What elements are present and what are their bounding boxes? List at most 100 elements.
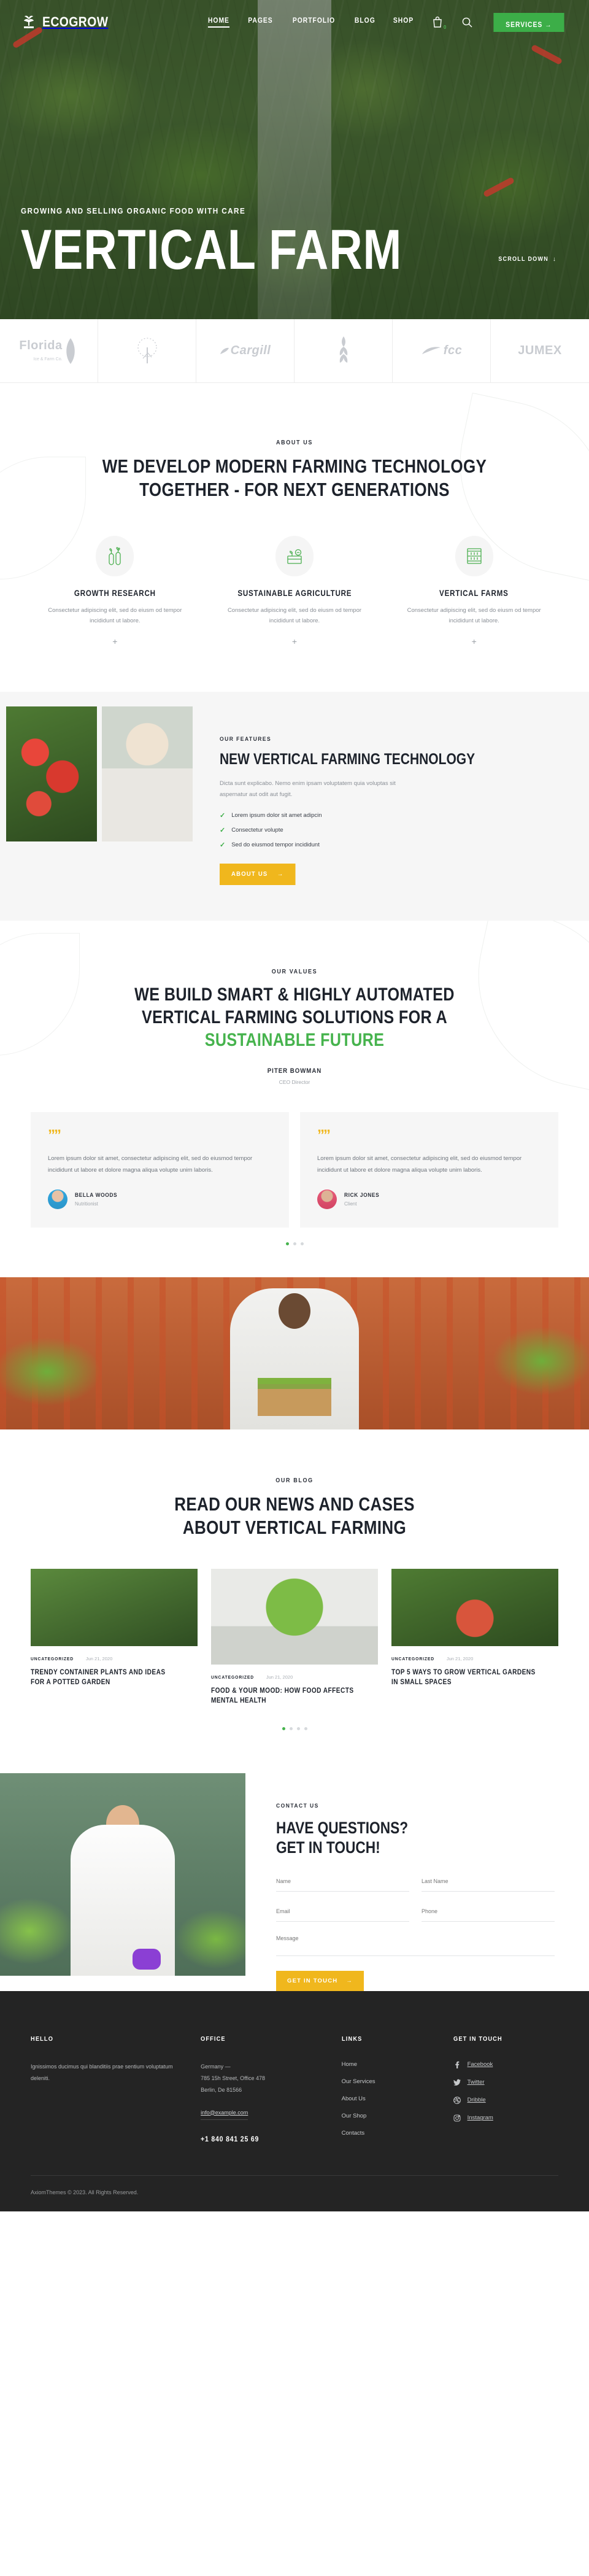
feature-expand-icon[interactable]: +	[31, 636, 199, 646]
features-paragraph: Dicta sunt explicabo. Nemo enim ipsam vo…	[220, 780, 396, 799]
post-category[interactable]: UNCATEGORIZED	[211, 1674, 254, 1680]
name-input[interactable]	[276, 1878, 409, 1884]
feature-title: VERTICAL FARMS	[439, 588, 509, 598]
feature-expand-icon[interactable]: +	[390, 636, 558, 646]
test-tube-sprout-icon	[96, 535, 134, 576]
pagination-dot[interactable]	[300, 1242, 304, 1246]
search-icon[interactable]	[460, 15, 474, 29]
scroll-down-label: SCROLL DOWN	[498, 256, 549, 263]
wheat-logo-icon	[339, 336, 347, 363]
post-title[interactable]: FOOD & YOUR MOOD: HOW FOOD AFFECTS MENTA…	[211, 1686, 358, 1706]
footer-link-our-services[interactable]: Our Services	[342, 2078, 441, 2085]
brand-logos-strip: Florida Ice & Farm Co. Cargill fcc JUMEX	[0, 319, 589, 383]
pagination-dot[interactable]	[296, 1727, 300, 1731]
message-input[interactable]	[276, 1935, 555, 1947]
social-link-instagram[interactable]: Instagram	[453, 2114, 558, 2122]
name-field[interactable]	[276, 1875, 409, 1892]
about-section: ABOUT US WE DEVELOP MODERN FARMING TECHN…	[0, 383, 589, 646]
nav-item-pages[interactable]: PAGES	[248, 17, 272, 28]
phone-field[interactable]	[422, 1905, 555, 1922]
footer-phone[interactable]: +1 840 841 25 69	[201, 2135, 314, 2143]
blog-post-card[interactable]: UNCATEGORIZED Jun 21, 2020 FOOD & YOUR M…	[211, 1568, 378, 1706]
services-button[interactable]: SERVICES →	[493, 12, 564, 32]
nav-item-portfolio[interactable]: PORTFOLIO	[293, 17, 335, 28]
brand-name: Florida	[19, 338, 63, 352]
footer-link-about-us[interactable]: About Us	[342, 2095, 441, 2102]
email-input[interactable]	[276, 1908, 409, 1914]
about-heading-line2: TOGETHER - FOR NEXT GENERATIONS	[139, 478, 450, 500]
pagination-dot[interactable]	[282, 1727, 285, 1731]
brand-logo-jumex[interactable]: JUMEX	[491, 319, 589, 382]
lastname-input[interactable]	[422, 1878, 555, 1884]
seedling-in-hands-photo	[211, 1568, 378, 1665]
cart-count: 0	[443, 25, 447, 30]
post-category[interactable]: UNCATEGORIZED	[31, 1656, 74, 1661]
nav-item-shop[interactable]: SHOP	[393, 17, 414, 28]
about-us-button[interactable]: ABOUT US →	[220, 864, 296, 886]
footer-heading: LINKS	[341, 2035, 363, 2043]
pagination-dot[interactable]	[285, 1242, 289, 1246]
brand-logo-tree[interactable]	[98, 319, 196, 382]
about-heading: WE DEVELOP MODERN FARMING TECHNOLOGY TOG…	[73, 455, 516, 501]
feature-list-label: Consectetur volupte	[231, 827, 283, 834]
post-date: Jun 21, 2020	[446, 1655, 474, 1661]
footer-link-home[interactable]: Home	[342, 2061, 441, 2068]
site-header: ECOGROW HOME PAGES PORTFOLIO BLOG SHOP 0…	[0, 0, 589, 44]
blog-post-card[interactable]: UNCATEGORIZED Jun 21, 2020 TOP 5 WAYS TO…	[391, 1568, 558, 1688]
logo[interactable]: ECOGROW	[21, 14, 117, 30]
brand-logo-cargill[interactable]: Cargill	[196, 319, 294, 382]
scroll-down-indicator[interactable]: SCROLL DOWN ↓	[498, 256, 556, 263]
post-title[interactable]: TRENDY CONTAINER PLANTS AND IDEAS FOR A …	[31, 1668, 177, 1688]
arrow-right-icon: →	[545, 21, 552, 29]
social-link-facebook[interactable]: Facebook	[453, 2061, 558, 2068]
brand-logo-fcc[interactable]: fcc	[393, 319, 491, 382]
arrow-right-icon: →	[346, 1977, 353, 1984]
social-link-twitter[interactable]: Twitter	[453, 2079, 558, 2086]
tree-logo-icon	[137, 337, 157, 363]
farmer-woman-photo	[102, 706, 193, 841]
contact-heading-line1: HAVE QUESTIONS?	[276, 1819, 409, 1838]
pagination-dot[interactable]	[289, 1727, 293, 1731]
values-author-name: PITER BOWMAN	[267, 1067, 322, 1075]
blog-eyebrow: OUR BLOG	[275, 1477, 314, 1485]
footer-link-our-shop[interactable]: Our Shop	[342, 2113, 441, 2119]
brand-logo-florida[interactable]: Florida Ice & Farm Co.	[0, 319, 98, 382]
shopping-bag-icon[interactable]: 0	[431, 15, 447, 30]
email-field[interactable]	[276, 1905, 409, 1922]
twitter-icon	[453, 2079, 461, 2086]
brand-logo-wheat[interactable]	[294, 319, 393, 382]
post-date: Jun 21, 2020	[266, 1674, 293, 1680]
check-icon: ✓	[220, 812, 226, 820]
feature-list-item: ✓ Lorem ipsum dolor sit amet adipcin	[220, 811, 537, 819]
post-title[interactable]: TOP 5 WAYS TO GROW VERTICAL GARDENS IN S…	[391, 1668, 538, 1688]
blog-heading: READ OUR NEWS AND CASES ABOUT VERTICAL F…	[73, 1493, 516, 1539]
feature-text: Consectetur adipiscing elit, sed do eius…	[407, 606, 541, 625]
footer-email-link[interactable]: info@example.com	[201, 2110, 248, 2120]
footer-link-contacts[interactable]: Contacts	[342, 2130, 441, 2137]
quote-icon: ””	[48, 1127, 61, 1144]
footer-col-office: OFFICE Germany — 785 15h Street, Office …	[201, 2035, 329, 2147]
social-link-dribbble[interactable]: Dribble	[453, 2096, 558, 2104]
pagination-dot[interactable]	[304, 1727, 307, 1731]
nav-item-home[interactable]: HOME	[207, 17, 229, 28]
pagination-dot[interactable]	[293, 1242, 296, 1246]
values-heading-line1: WE BUILD SMART & HIGHLY AUTOMATED	[134, 984, 455, 1005]
feature-card-sustainable-agriculture[interactable]: SUSTAINABLE AGRICULTURE Consectetur adip…	[210, 535, 379, 646]
blog-post-card[interactable]: UNCATEGORIZED Jun 21, 2020 TRENDY CONTAI…	[31, 1568, 198, 1688]
nav-item-blog[interactable]: BLOG	[355, 17, 375, 28]
soil-plant-wifi-icon	[275, 535, 314, 576]
message-field[interactable]	[276, 1935, 555, 1956]
lastname-field[interactable]	[422, 1875, 555, 1892]
tomatoes-photo	[6, 706, 97, 841]
greenhouse-couple-photo	[31, 1568, 198, 1646]
phone-input[interactable]	[422, 1908, 555, 1914]
post-category[interactable]: UNCATEGORIZED	[391, 1656, 434, 1661]
testimonial-role: Nutritionist	[75, 1201, 98, 1207]
blog-heading-line1: READ OUR NEWS AND CASES	[174, 1493, 415, 1515]
footer-hello-text: Ignissimos ducimus qui blanditiis prae s…	[31, 2063, 173, 2081]
brand-name: JUMEX	[518, 344, 562, 357]
brand-subtitle: Ice & Farm Co.	[33, 357, 63, 362]
arrow-down-icon: ↓	[552, 256, 556, 263]
get-in-touch-button[interactable]: GET IN TOUCH →	[276, 1970, 364, 1991]
feature-expand-icon[interactable]: +	[210, 636, 379, 646]
